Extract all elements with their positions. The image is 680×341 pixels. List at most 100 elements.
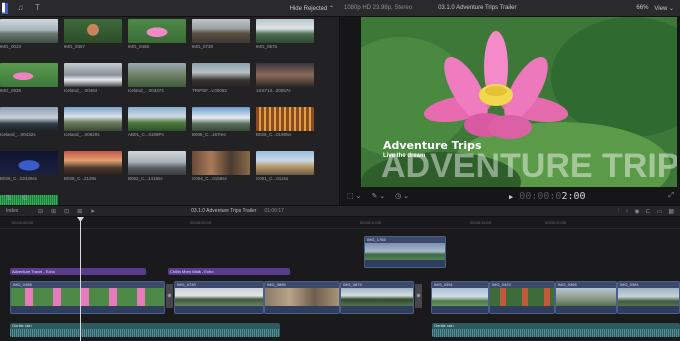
titles-generators-icon[interactable]: T bbox=[33, 4, 42, 13]
browser-clip[interactable]: Iceland_...00484 bbox=[64, 63, 122, 97]
index-button[interactable]: Index bbox=[0, 208, 38, 214]
connected-clip[interactable]: IMG_1765 bbox=[364, 236, 446, 268]
title-subtitle: Live the dream bbox=[383, 153, 426, 159]
browser-clip[interactable]: Iceland_...003374 bbox=[128, 63, 186, 97]
clip-thumbnail[interactable] bbox=[0, 19, 58, 43]
transition-marker[interactable]: ⊕ bbox=[415, 284, 422, 308]
play-icon[interactable]: ▶ bbox=[509, 193, 513, 201]
clip-audio-wave bbox=[175, 306, 263, 313]
browser-clip[interactable]: IMG_0387 bbox=[64, 19, 122, 53]
clip-thumbnail[interactable] bbox=[256, 63, 314, 87]
browser-clip[interactable]: IMG_0730 bbox=[192, 19, 250, 53]
clip-thumbnail[interactable] bbox=[256, 151, 314, 175]
clip-label: TRIPSF...v.00063 bbox=[192, 88, 227, 93]
browser-clip[interactable]: IMG_0875 bbox=[256, 19, 314, 53]
speed-menu-icon[interactable]: ◷ ⌄ bbox=[395, 192, 409, 200]
fullscreen-icon[interactable]: ⤢ bbox=[668, 192, 674, 200]
clip-label: B028_C...2128s bbox=[64, 176, 97, 181]
browser-clip[interactable]: B026_C...02429ss bbox=[0, 151, 58, 185]
color-menu-icon[interactable]: ✎ ⌄ bbox=[371, 192, 385, 200]
music-clip[interactable]: Chillin Mom Walk - Echo bbox=[168, 268, 290, 275]
clip-thumbnail[interactable] bbox=[192, 107, 250, 131]
clip-thumbnail[interactable] bbox=[128, 107, 186, 131]
browser-footer: ⇅ ⚙ bbox=[0, 191, 340, 205]
clip-audio-wave bbox=[265, 306, 339, 313]
browser-clip[interactable]: B026_C...0198Ss bbox=[256, 107, 314, 141]
clip-thumbnail[interactable] bbox=[64, 107, 122, 131]
sort-icon[interactable]: ⇅ bbox=[6, 194, 12, 202]
browser-clip[interactable]: Iceland_...00620s bbox=[64, 107, 122, 141]
browser-clip[interactable]: IMG_0023 bbox=[0, 19, 58, 53]
browser-clip[interactable]: B008_C...167res bbox=[192, 107, 250, 141]
clip-label: IMG_0875 bbox=[343, 282, 362, 287]
browser-clip[interactable]: C004_C...0158ss bbox=[192, 151, 250, 185]
clip-thumbnail[interactable] bbox=[64, 19, 122, 43]
skimming-icon[interactable]: ⫶ bbox=[618, 208, 620, 215]
clip-thumbnail[interactable] bbox=[0, 63, 58, 87]
browser-clip[interactable]: C001_C...012ss bbox=[256, 151, 314, 185]
browser-clip[interactable]: IMG_0936 bbox=[0, 63, 58, 97]
clip-label: Iceland_...00484 bbox=[64, 88, 98, 93]
libraries-toggle-icon[interactable]: ▌ bbox=[2, 2, 8, 14]
snapping-icon[interactable]: ⊏ bbox=[646, 208, 651, 215]
browser-clip[interactable]: IMG_0458 bbox=[128, 19, 186, 53]
audio-skimming-icon[interactable]: ♪ bbox=[625, 208, 628, 215]
storyline-clip[interactable]: IMG_0856 bbox=[264, 281, 340, 314]
insert-icon[interactable]: ⊞ bbox=[51, 208, 56, 215]
browser-clip[interactable]: Iceland_...00432s bbox=[0, 107, 58, 141]
append-icon[interactable]: ⊡ bbox=[64, 208, 69, 215]
photos-audio-icon[interactable]: ♫ bbox=[16, 4, 25, 13]
clip-thumbnail[interactable] bbox=[192, 151, 250, 175]
settings-icon[interactable]: ⚙ bbox=[22, 194, 28, 202]
title-main: Adventure Trips bbox=[383, 139, 482, 152]
storyline-clip[interactable]: IMG_0391 bbox=[431, 281, 489, 314]
storyline-clip[interactable]: IMG_0381 bbox=[617, 281, 680, 314]
playhead[interactable] bbox=[80, 217, 81, 341]
clip-filter-menu[interactable]: Hide Rejected ⌃ bbox=[290, 5, 334, 12]
audio-clip[interactable]: Gentle rain bbox=[432, 323, 680, 337]
browser-clip[interactable]: TRIPSF...v.00063 bbox=[192, 63, 250, 97]
timeline-ruler[interactable]: 00:00:00:00 00:00:05:00 00:00:10:00 00:0… bbox=[0, 217, 680, 229]
clip-thumbnail[interactable] bbox=[256, 19, 314, 43]
view-menu[interactable]: View ⌄ bbox=[654, 5, 674, 12]
browser-clip[interactable]: AB01_C...0108Ps bbox=[128, 107, 186, 141]
clip-filmstrip bbox=[265, 288, 339, 307]
browser-clip[interactable]: B028_C...2128s bbox=[64, 151, 122, 185]
viewer-clip-name: 03.1.0 Adventure Trips Trailer bbox=[438, 5, 517, 11]
clip-label: AB01_C...0108Ps bbox=[128, 132, 164, 137]
clip-filmstrip bbox=[11, 288, 164, 307]
zoom-menu[interactable]: 66% bbox=[636, 5, 648, 11]
clip-thumbnail[interactable] bbox=[192, 19, 250, 43]
storyline-clip[interactable]: IMG_0875 bbox=[340, 281, 414, 314]
clip-thumbnail[interactable] bbox=[256, 107, 314, 131]
clip-thumbnail[interactable] bbox=[192, 63, 250, 87]
viewer-frame[interactable]: ADVENTURE TRIPS Adventure Trips Live the… bbox=[361, 17, 677, 187]
ruler-tick: 00:00:10:00 bbox=[360, 220, 382, 225]
clip-label: IMG_1765 bbox=[367, 237, 386, 242]
transform-menu-icon[interactable]: ⬚ ⌄ bbox=[347, 192, 361, 200]
browser-clip[interactable]: B062_C...1418ss bbox=[128, 151, 186, 185]
storyline-clip[interactable]: IMG_0458 bbox=[10, 281, 165, 314]
timecode-display: ▶ 00:00:02:00 bbox=[509, 191, 586, 202]
storyline-clip[interactable]: IMG_0423 bbox=[489, 281, 555, 314]
clip-appearance-icon[interactable]: ▭ bbox=[657, 208, 663, 215]
clip-audio-wave bbox=[618, 306, 679, 313]
clip-thumbnail[interactable] bbox=[64, 151, 122, 175]
audio-clip[interactable]: Gentle rain bbox=[10, 323, 280, 337]
browser-clip[interactable]: 1SS713...20057s bbox=[256, 63, 314, 97]
select-tool-icon[interactable]: ➤ bbox=[90, 208, 95, 215]
clip-thumbnail[interactable] bbox=[64, 63, 122, 87]
connect-icon[interactable]: ⊟ bbox=[38, 208, 43, 215]
storyline-clip[interactable]: IMG_0365 bbox=[555, 281, 617, 314]
clip-thumbnail[interactable] bbox=[0, 151, 58, 175]
music-clip[interactable]: Adventure Travel - Echo bbox=[10, 268, 146, 275]
effects-browser-icon[interactable]: ▦ bbox=[668, 208, 674, 215]
clip-thumbnail[interactable] bbox=[128, 151, 186, 175]
clip-thumbnail[interactable] bbox=[128, 63, 186, 87]
transition-marker[interactable]: ⊕ bbox=[166, 284, 173, 308]
storyline-clip[interactable]: IMG_0730 bbox=[174, 281, 264, 314]
clip-thumbnail[interactable] bbox=[0, 107, 58, 131]
clip-thumbnail[interactable] bbox=[128, 19, 186, 43]
solo-icon[interactable]: ◉ bbox=[634, 208, 639, 215]
overwrite-icon[interactable]: ⊠ bbox=[77, 208, 82, 215]
